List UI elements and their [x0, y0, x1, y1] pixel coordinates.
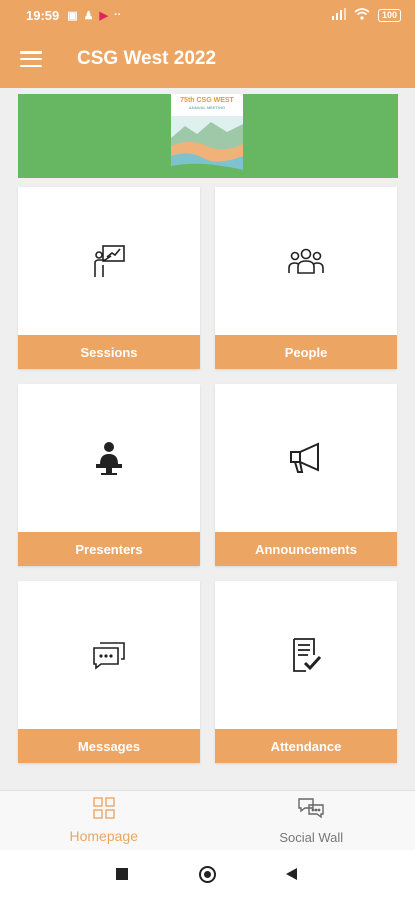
- tile-sessions[interactable]: Sessions: [18, 187, 200, 369]
- tile-presenters[interactable]: Presenters: [18, 384, 200, 566]
- menu-icon[interactable]: [20, 51, 42, 67]
- more-dots-icon: ··: [114, 9, 122, 21]
- person-icon: ♟: [83, 9, 94, 22]
- nav-social-wall[interactable]: Social Wall: [208, 791, 415, 850]
- status-time: 19:59: [26, 7, 60, 23]
- banner-line-1: 75th CSG WEST: [180, 97, 234, 104]
- tile-announcements[interactable]: Announcements: [215, 384, 397, 566]
- nav-social-wall-label: Social Wall: [279, 829, 344, 845]
- wifi-icon: [354, 7, 370, 23]
- back-button[interactable]: [286, 868, 297, 880]
- battery-icon: 100: [377, 8, 401, 22]
- tile-label: Presenters: [18, 532, 200, 566]
- signal-icon: [331, 7, 346, 23]
- game-controller-icon: ▣: [67, 9, 78, 22]
- nav-homepage-label: Homepage: [69, 828, 139, 844]
- bottom-navigation: Homepage Social Wall: [0, 790, 415, 850]
- system-navigation-bar: [0, 850, 415, 900]
- event-banner[interactable]: 75th CSG WEST ANNUAL MEETING: [18, 94, 398, 178]
- presentation-icon: [18, 241, 200, 281]
- tile-label: Attendance: [215, 729, 397, 763]
- banner-logo: 75th CSG WEST ANNUAL MEETING: [171, 94, 243, 178]
- grid-icon: [93, 797, 115, 824]
- people-icon: [215, 241, 397, 281]
- home-button[interactable]: [199, 866, 216, 883]
- play-store-icon: ▶: [99, 9, 108, 22]
- app-bar: CSG West 2022: [0, 30, 415, 88]
- tile-label: Sessions: [18, 335, 200, 369]
- notification-icons: ▣ ♟ ▶ ··: [67, 9, 121, 22]
- nav-homepage[interactable]: Homepage: [0, 791, 208, 850]
- messages-icon: [18, 635, 200, 675]
- tile-label: People: [215, 335, 397, 369]
- chat-bubbles-icon: [297, 797, 325, 826]
- banner-line-2: ANNUAL MEETING: [188, 105, 226, 110]
- presenter-icon: [18, 438, 200, 478]
- tile-label: Announcements: [215, 532, 397, 566]
- megaphone-icon: [215, 438, 397, 478]
- recents-button[interactable]: [116, 868, 128, 880]
- landscape-illustration-icon: [171, 116, 243, 178]
- app-title: CSG West 2022: [77, 48, 217, 69]
- tile-attendance[interactable]: Attendance: [215, 581, 397, 763]
- tile-people[interactable]: People: [215, 187, 397, 369]
- tile-messages[interactable]: Messages: [18, 581, 200, 763]
- tile-label: Messages: [18, 729, 200, 763]
- attendance-icon: [215, 635, 397, 675]
- status-bar: 19:59 ▣ ♟ ▶ ·· 100: [0, 0, 415, 30]
